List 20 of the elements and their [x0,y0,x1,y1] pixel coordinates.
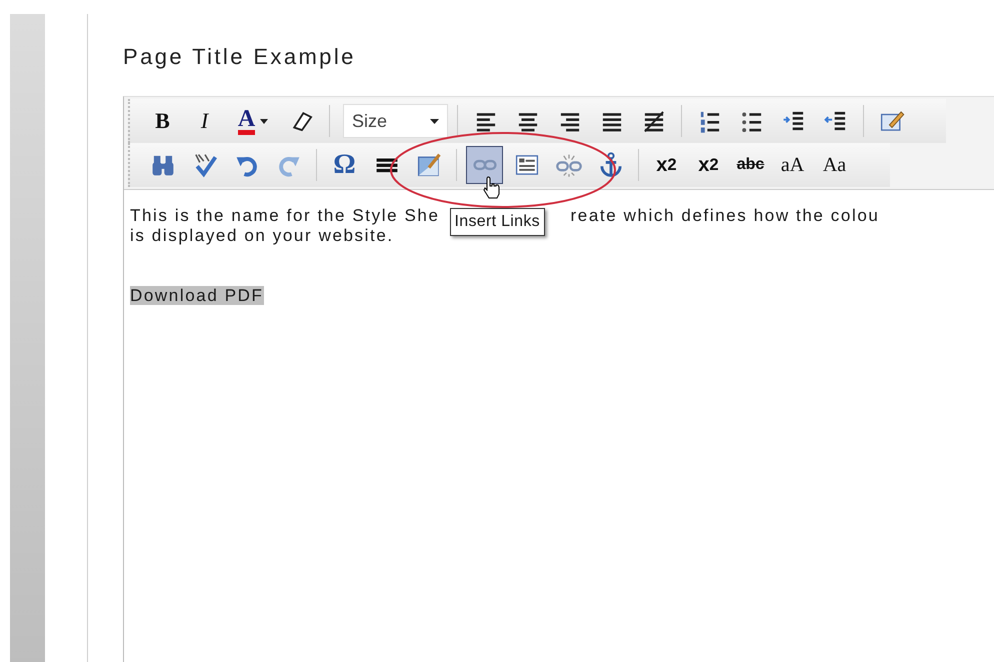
caret-icon [260,118,268,124]
smaller-text-button[interactable]: Aa [816,146,853,184]
text-color-button[interactable]: A [228,102,278,140]
selected-text: Download PDF [130,286,264,305]
font-size-dropdown[interactable]: Size [343,104,448,138]
bigger-text-button[interactable]: aA [774,146,811,184]
special-character-button[interactable]: Ω [326,146,363,184]
broken-link-icon [556,152,582,178]
page-title: Page Title Example [123,44,357,71]
caret-icon [430,118,439,124]
paragraph-text: is displayed on your website. [130,226,395,246]
strikethrough-button[interactable]: abc [732,146,769,184]
image-icon [416,152,442,178]
insert-link-button[interactable] [466,146,503,184]
paragraph-text: reate which defines how the colou [570,206,880,226]
paragraph-text: This is the name for the Style She [130,206,440,226]
italic-button[interactable]: I [186,102,223,140]
bold-button[interactable]: B [144,102,181,140]
tooltip: Insert Links [450,208,545,236]
anchor-icon [598,152,624,178]
